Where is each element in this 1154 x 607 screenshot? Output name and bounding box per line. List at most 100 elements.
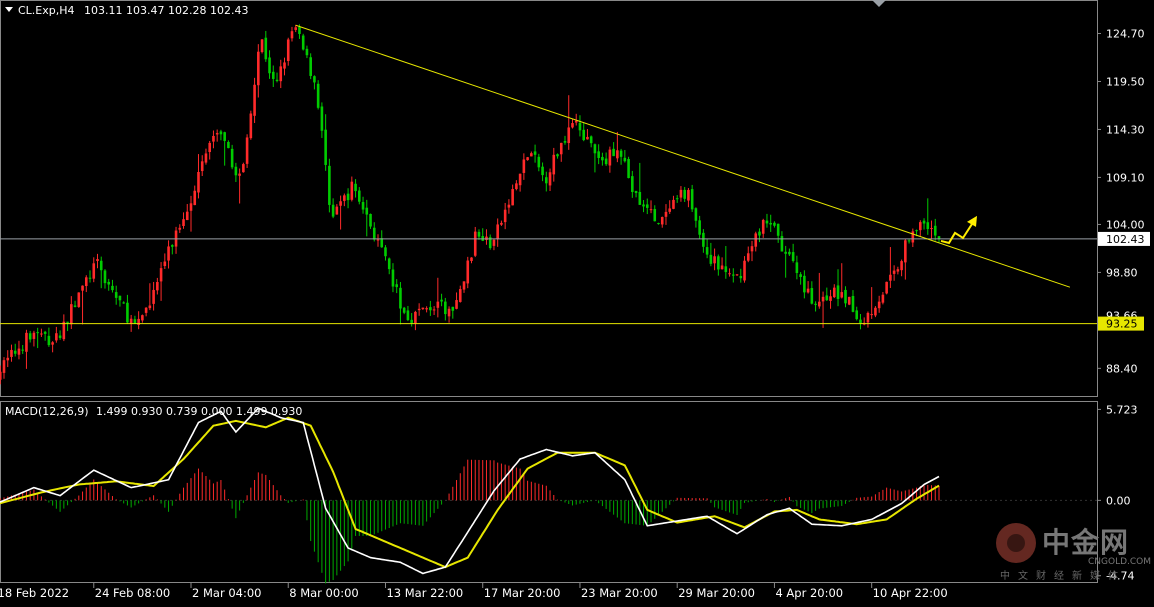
candle-body	[204, 153, 208, 163]
candle-body	[234, 166, 238, 176]
candle-body	[320, 106, 324, 131]
candle-body	[911, 231, 915, 243]
candle-body	[511, 189, 514, 206]
watermark-brand: 中金网	[1042, 526, 1130, 559]
candle-body	[657, 223, 660, 225]
candle-body	[141, 315, 144, 321]
candle-body	[739, 275, 743, 279]
candle-body	[586, 136, 589, 140]
candle-body	[750, 246, 754, 252]
candle-body	[612, 148, 615, 157]
candle-body	[675, 198, 679, 200]
candle-body	[260, 39, 264, 53]
cngold-watermark: 中金网 CNGOLD.COM 中文财经新媒体	[996, 517, 1151, 582]
candle-body	[279, 66, 283, 82]
candle-body	[537, 156, 541, 168]
candle-body	[275, 79, 279, 82]
candle-body	[773, 222, 776, 226]
candle-body	[892, 270, 896, 274]
candle-body	[645, 204, 649, 208]
candle-body	[133, 319, 137, 324]
price-axis-label: 119.50	[1106, 75, 1145, 88]
candle-body	[455, 300, 458, 309]
candle-body	[193, 190, 197, 206]
time-axis-label: 17 Mar 20:00	[484, 586, 561, 600]
candle-body	[36, 332, 39, 334]
candle-body	[877, 301, 881, 309]
candle-body	[107, 281, 111, 285]
candle-body	[922, 220, 926, 224]
candle-body	[545, 177, 548, 184]
candle-body	[597, 151, 600, 158]
candle-body	[571, 123, 574, 128]
candle-body	[343, 195, 346, 201]
candle-body	[836, 285, 840, 299]
candle-body	[451, 306, 455, 311]
candle-body	[866, 312, 870, 323]
candle-body	[238, 173, 241, 176]
candle-body	[66, 321, 69, 323]
candle-body	[305, 48, 309, 56]
candle-body	[919, 222, 922, 231]
candle-body	[847, 296, 851, 305]
candle-body	[885, 281, 888, 294]
candle-body	[99, 260, 103, 271]
candle-body	[414, 311, 417, 324]
candle-body	[257, 51, 260, 86]
candle-body	[376, 239, 380, 241]
candle-body	[55, 333, 58, 341]
candle-body	[679, 189, 683, 198]
price-axis-label: 109.10	[1106, 171, 1145, 184]
candle-body	[589, 136, 593, 144]
candle-body	[197, 171, 200, 193]
candle-body	[118, 295, 122, 301]
candle-body	[795, 262, 799, 273]
candle-body	[126, 302, 129, 323]
candle-body	[58, 335, 62, 338]
candle-body	[369, 213, 372, 227]
watermark-sub: 中文财经新媒体	[1000, 571, 1126, 582]
macd-title: MACD(12,26,9)	[5, 405, 89, 418]
time-axis-label: 29 Mar 20:00	[678, 586, 755, 600]
candle-body	[818, 301, 821, 307]
candle-body	[664, 211, 668, 217]
candles-group	[0, 24, 941, 385]
candle-body	[803, 275, 806, 293]
ohlc-label: 103.11 103.47 102.28 102.43	[84, 4, 248, 17]
candle-body	[290, 31, 294, 39]
candle-body	[702, 232, 705, 247]
candle-body	[13, 350, 17, 354]
candle-body	[129, 318, 133, 324]
candle-body	[533, 151, 537, 155]
candle-body	[552, 154, 556, 175]
candle-body	[761, 219, 765, 234]
candle-body	[604, 158, 608, 165]
candle-body	[627, 158, 630, 179]
price-chart: 124.70 119.50 114.30 109.10 104.00 98.80 88.40…	[0, 0, 1150, 600]
candle-body	[769, 222, 772, 225]
candle-body	[70, 304, 73, 325]
candle-body	[642, 204, 645, 207]
chart-root: 124.70 119.50 114.30 109.10 104.00 98.80 88.40…	[0, 0, 1154, 603]
symbol-label: CL.Exp,H4	[18, 4, 75, 17]
macd-values-label: 1.499 0.930 0.739 0.000 1.499 0.930	[96, 405, 302, 418]
candle-body	[447, 308, 451, 317]
price-axis-label: 98.80	[1106, 266, 1138, 279]
candle-body	[530, 153, 533, 157]
candle-body	[335, 206, 339, 215]
candle-body	[889, 274, 892, 281]
dropdown-triangle-icon	[5, 7, 13, 12]
candle-body	[634, 190, 638, 193]
candle-body	[227, 141, 230, 149]
candle-body	[6, 357, 10, 361]
time-axis-label: 24 Feb 08:00	[95, 586, 170, 600]
candle-body	[563, 141, 567, 143]
candle-body	[649, 209, 653, 211]
candle-body	[896, 269, 900, 272]
candle-body	[859, 319, 862, 324]
candle-body	[556, 154, 559, 157]
candle-body	[784, 251, 787, 254]
candle-body	[582, 129, 585, 141]
candle-body	[339, 201, 342, 206]
candle-body	[462, 281, 466, 290]
